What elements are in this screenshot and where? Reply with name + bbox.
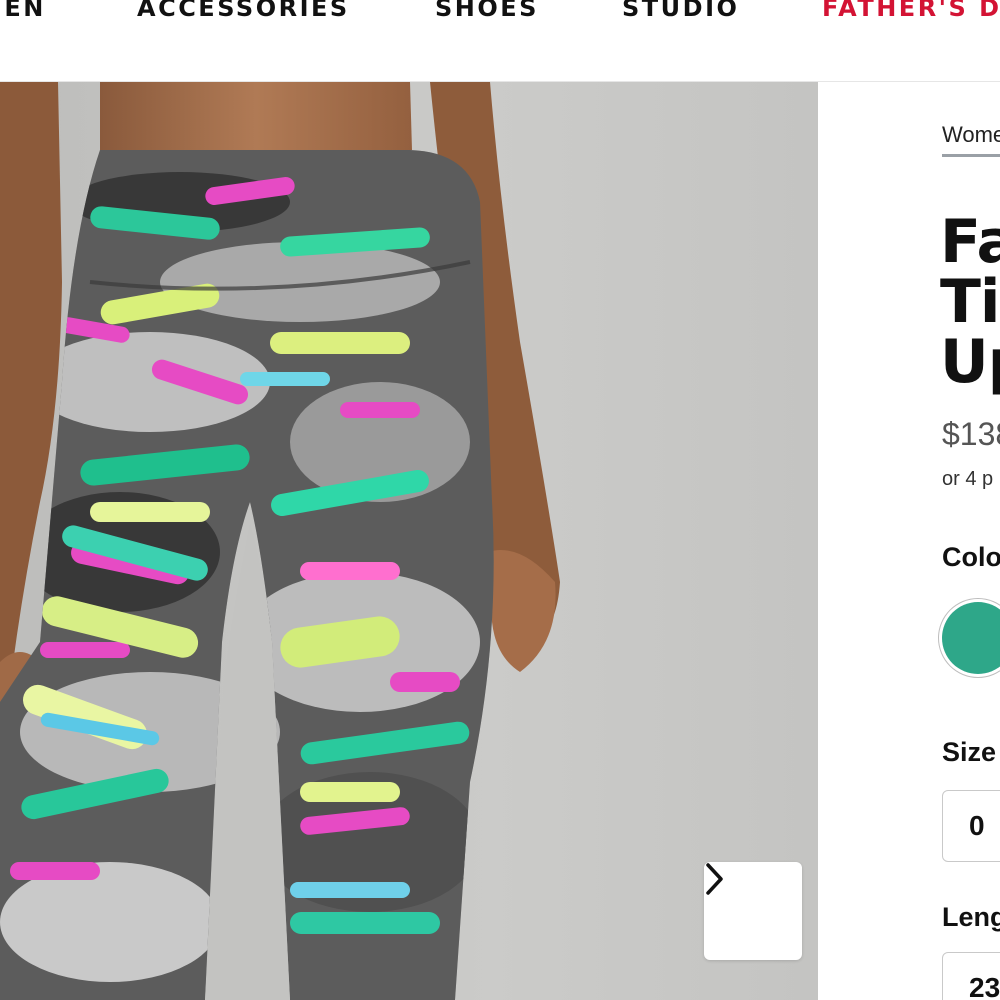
product-title-line: Fa	[940, 207, 1000, 277]
nav-item-men[interactable]: MEN	[0, 0, 46, 22]
nav-item-studio[interactable]: STUDIO	[622, 0, 739, 22]
product-title-line: Ti	[940, 267, 1000, 337]
product-title: Fa Ti Up	[940, 212, 1000, 392]
size-option-button[interactable]: 0	[942, 790, 1000, 862]
chevron-right-icon	[706, 863, 723, 895]
length-label: Leng	[942, 902, 1000, 932]
next-image-button[interactable]	[704, 862, 802, 960]
product-image	[0, 82, 818, 1000]
product-title-line: Up	[940, 327, 1000, 397]
product-details-panel: Wome Fa Ti Up $138 or 4 p Colo Size 0 Le…	[818, 82, 1000, 1000]
nav-item-fathers-day[interactable]: FATHER'S D	[822, 0, 1000, 22]
nav-item-accessories[interactable]: ACCESSORIES	[137, 0, 350, 22]
breadcrumb[interactable]: Wome	[942, 122, 1000, 157]
top-navigation: MEN ACCESSORIES SHOES STUDIO FATHER'S D	[0, 0, 1000, 82]
installment-text: or 4 p	[942, 468, 994, 490]
product-image-gallery	[0, 82, 818, 1000]
size-label: Size	[942, 737, 997, 767]
length-option-button[interactable]: 23	[942, 952, 1000, 1000]
color-label: Colo	[942, 542, 1000, 572]
nav-item-shoes[interactable]: SHOES	[435, 0, 539, 22]
product-price: $138	[942, 416, 1000, 452]
color-swatch[interactable]	[942, 602, 1000, 674]
